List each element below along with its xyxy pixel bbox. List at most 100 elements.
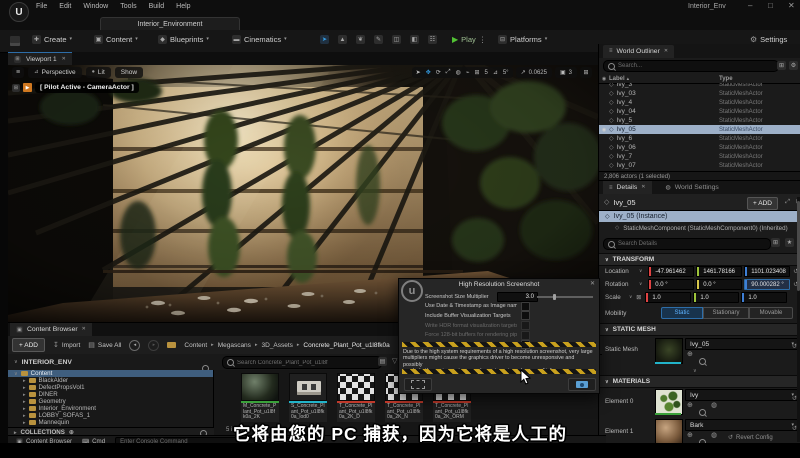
save-all-button[interactable]: ▤ Save All <box>88 342 121 349</box>
play-options-kebab-icon[interactable]: ⋮ <box>479 36 487 44</box>
menu-file[interactable]: File <box>36 3 47 10</box>
viewport-options-menu[interactable]: ≡ <box>12 67 24 78</box>
outliner-row[interactable]: ◇Ivy_6StaticMeshActor <box>599 134 800 143</box>
close-window-button[interactable]: ✕ <box>788 2 795 10</box>
static-mesh-thumbnail[interactable] <box>655 338 683 364</box>
expand-advanced-icon[interactable]: ∨ <box>693 368 697 374</box>
grid-snap-icon[interactable]: ⊞ <box>474 69 479 76</box>
breadcrumb-item[interactable]: Megascans <box>218 342 251 349</box>
static-mesh-dropdown[interactable]: Ivy_05 ▾ <box>685 338 799 350</box>
brush-mode-icon[interactable]: ◧ <box>410 35 419 44</box>
breadcrumb-item[interactable]: Content <box>184 342 207 349</box>
outliner-row[interactable]: ◇Ivy_04StaticMeshActor <box>599 107 800 116</box>
outliner-row[interactable]: ◇Ivy_4StaticMeshActor <box>599 98 800 107</box>
show-menu[interactable]: Show <box>115 67 143 78</box>
view-options-icon[interactable]: ▤ <box>378 357 387 366</box>
grid-snap-value[interactable]: 5 <box>484 70 487 76</box>
location-y-field[interactable]: 1461.78166 <box>703 269 735 275</box>
instance-row[interactable]: ◇ Ivy_05 (Instance) <box>599 211 800 222</box>
take-screenshot-button[interactable] <box>568 378 596 391</box>
browse-to-asset-icon[interactable] <box>699 352 706 370</box>
world-space-icon[interactable]: ◍ <box>456 69 461 76</box>
location-z-field[interactable]: 1101.023408 <box>751 269 786 275</box>
viewport-tab[interactable]: ⊞ Viewport 1 ✕ <box>8 52 72 66</box>
details-search-input[interactable]: Search Details <box>603 238 771 250</box>
minimize-button[interactable]: – <box>748 2 752 10</box>
mesh-paint-mode-icon[interactable]: ✎ <box>374 35 383 44</box>
scale-tool-icon[interactable]: ⤢ <box>446 69 451 76</box>
content-button[interactable]: ▣ Content ▾ <box>94 35 138 44</box>
add-component-button[interactable]: + ADD <box>747 197 778 210</box>
dialog-title-bar[interactable]: High Resolution Screenshot ✕ <box>399 279 599 290</box>
chevron-down-icon[interactable]: ∨ <box>14 360 18 365</box>
save-icon[interactable] <box>10 36 20 46</box>
multiplier-slider-handle[interactable] <box>553 294 556 301</box>
component-row[interactable]: ◇ StaticMeshComponent (StaticMeshCompone… <box>599 222 800 234</box>
outliner-settings-icon[interactable]: ⚙ <box>789 61 798 70</box>
folder-row[interactable]: ▸LOBBY_SOFAS_1 <box>8 412 213 419</box>
close-icon[interactable]: ✕ <box>82 327 86 332</box>
create-button[interactable]: ✚ Create ▾ <box>32 35 72 44</box>
animation-mode-icon[interactable]: ☷ <box>428 35 437 44</box>
close-icon[interactable]: ✕ <box>641 185 645 190</box>
perspective-selector[interactable]: ⊿ Perspective <box>28 67 82 78</box>
fracture-mode-icon[interactable]: ◫ <box>392 35 401 44</box>
option-checkbox[interactable] <box>521 311 530 320</box>
mobility-static-button[interactable]: Static <box>661 307 703 319</box>
use-selected-asset-icon[interactable]: ⊕ <box>687 402 693 409</box>
select-tool-icon[interactable]: ➤ <box>416 69 421 76</box>
view-mode-selector[interactable]: ● Lit <box>86 67 111 78</box>
caret-down-icon[interactable]: ∨ <box>639 269 642 274</box>
outliner-add-folder-icon[interactable]: ⊞ <box>777 61 786 70</box>
rotation-z-field[interactable]: 90.000282 ° <box>751 282 783 288</box>
outliner-row[interactable]: ◇Ivy_5StaticMeshActor <box>599 116 800 125</box>
menu-window[interactable]: Window <box>83 3 108 10</box>
breadcrumb-item-current[interactable]: Concrete_Plant_Pot_u1l8fk0a <box>303 342 389 349</box>
menu-help[interactable]: Help <box>176 3 190 10</box>
asset-tile[interactable]: S_Concrete_Plant_Pot_u1l8fk0a_lod0 <box>289 373 327 422</box>
static-mesh-section-header[interactable]: ∨ STATIC MESH <box>599 323 800 336</box>
angle-snap-value[interactable]: 5° <box>503 70 509 76</box>
asset-tile[interactable]: T_Concrete_Plant_Pot_u1l8fk0a_2K_D <box>337 373 375 422</box>
outliner-row[interactable]: ◇Ivy_7StaticMeshActor <box>599 152 800 161</box>
world-settings-tab[interactable]: ◍ World Settings <box>660 181 725 194</box>
outliner-row[interactable]: ◇Ivy_06StaticMeshActor <box>599 143 800 152</box>
select-mode-icon[interactable]: ➤ <box>320 35 329 44</box>
sources-header-label[interactable]: INTERIOR_ENV <box>22 359 72 366</box>
outliner-search-input[interactable]: Search... <box>603 60 779 72</box>
multiplier-value-field[interactable]: 3.0 <box>497 292 538 302</box>
details-tab[interactable]: ≡ Details ✕ <box>603 181 652 194</box>
platforms-button[interactable]: ⊟ Platforms ▾ <box>498 35 547 44</box>
camera-speed-control[interactable]: ↗ 0.0625 <box>516 67 552 78</box>
property-matrix-icon[interactable]: ⊞ <box>771 238 780 247</box>
pilot-camera-icon[interactable]: ▶ <box>23 83 32 92</box>
caret-down-icon[interactable]: ∨ <box>639 282 642 287</box>
camera-shortcuts[interactable]: ▣ 3 <box>555 67 577 78</box>
folder-row[interactable]: ▸Interior_Environment <box>8 405 213 412</box>
asset-tile[interactable]: M_Concrete_Plant_Pot_u1l8fk0a_2K <box>241 373 279 422</box>
rotation-y-field[interactable]: 0.0 ° <box>703 282 715 288</box>
type-column-header[interactable]: Type <box>719 76 733 82</box>
scale-lock-icon[interactable]: ⊠ <box>636 295 641 301</box>
level-tab[interactable]: Interior_Environment <box>100 17 240 31</box>
move-tool-icon[interactable]: ✥ <box>426 69 431 76</box>
folder-row[interactable]: ▸DINER <box>8 391 213 398</box>
menu-build[interactable]: Build <box>149 3 165 10</box>
cinematics-button[interactable]: ▬ Cinematics ▾ <box>232 35 287 44</box>
maximize-button[interactable]: □ <box>768 2 773 10</box>
rotation-x-field[interactable]: 0.0 ° <box>655 282 667 288</box>
specify-capture-region-button[interactable] <box>404 378 432 391</box>
asset-search-input[interactable]: Search Concrete_Plant_Pot_u1l8f <box>222 356 382 369</box>
expand-panel-icon[interactable]: ⤢ <box>785 199 790 205</box>
favorites-star-icon[interactable]: ★ <box>785 238 794 247</box>
transform-section-header[interactable]: ∨ TRANSFORM <box>599 253 800 266</box>
mobility-stationary-button[interactable]: Stationary <box>703 307 749 319</box>
material-options-icon[interactable]: ◍ <box>711 402 717 409</box>
material-thumbnail-ivy[interactable] <box>655 389 683 415</box>
folder-row-selected[interactable]: ∨Content <box>8 370 213 377</box>
folder-row[interactable]: ▸Geometry <box>8 398 213 405</box>
menu-tools[interactable]: Tools <box>120 3 136 10</box>
viewport-layout-icon[interactable]: ⊞ <box>12 84 20 92</box>
add-asset-button[interactable]: + ADD <box>12 338 45 352</box>
material-dropdown[interactable]: Ivy ▾ <box>685 389 799 401</box>
